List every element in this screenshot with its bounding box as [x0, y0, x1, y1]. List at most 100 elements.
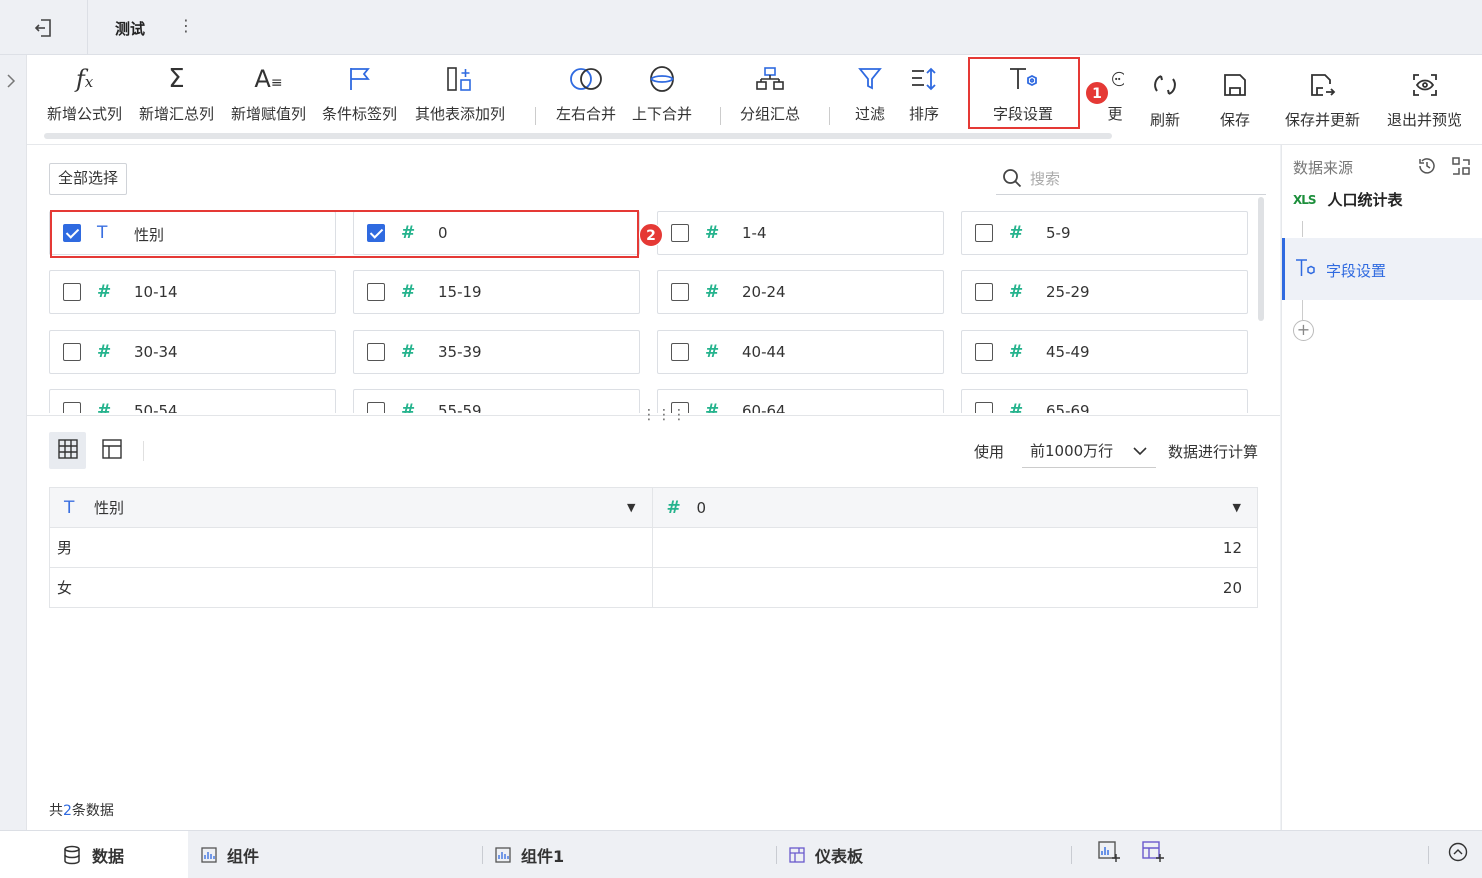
- header-divider: [87, 0, 88, 55]
- step-connector: [1302, 300, 1303, 320]
- add-formula-column-button[interactable]: fx 新增公式列: [47, 63, 122, 124]
- flag-icon: [322, 63, 397, 95]
- add-summary-column-button[interactable]: Σ 新增汇总列: [139, 63, 214, 124]
- condition-tag-column-button[interactable]: 条件标签列: [322, 63, 397, 124]
- toolbar-label: 条件标签列: [322, 105, 398, 123]
- field-checkbox[interactable]: [63, 283, 81, 301]
- exit-icon[interactable]: [32, 16, 56, 40]
- field-checkbox[interactable]: [671, 283, 689, 301]
- field-name: 10-14: [134, 283, 178, 301]
- field-checkbox[interactable]: [671, 343, 689, 361]
- field-card[interactable]: # 45-49: [961, 330, 1248, 374]
- merge-left-right-button[interactable]: 左右合并: [556, 63, 616, 124]
- field-card[interactable]: # 30-34: [49, 330, 336, 374]
- number-type-icon: #: [705, 282, 720, 302]
- toolbar: fx 新增公式列 Σ 新增汇总列 A≡ 新增赋值列 条件标签列 其他表添加列 左…: [27, 55, 1482, 145]
- tab-component[interactable]: 组件: [201, 831, 259, 878]
- total-prefix: 共: [49, 803, 63, 819]
- field-panel: 全部选择 T 性别 # 0 # 1-4 # 5-9 #: [27, 145, 1280, 830]
- save-button[interactable]: 保存: [1220, 69, 1250, 130]
- refresh-button[interactable]: 刷新: [1150, 69, 1180, 130]
- tab-component-1[interactable]: 组件1: [495, 831, 564, 878]
- field-card[interactable]: # 60-64: [657, 389, 944, 413]
- sort-button[interactable]: 排序: [909, 63, 939, 124]
- add-component-icon[interactable]: [1098, 841, 1120, 867]
- field-checkbox[interactable]: [671, 224, 689, 242]
- add-dashboard-icon[interactable]: [1142, 841, 1164, 867]
- field-card[interactable]: # 15-19: [353, 270, 640, 314]
- highlight-box-selected-fields: [50, 210, 639, 258]
- field-checkbox[interactable]: [975, 343, 993, 361]
- toolbar-scrollbar[interactable]: [44, 133, 1112, 139]
- more-vertical-icon[interactable]: ⋮: [178, 16, 194, 36]
- tab-separator: [776, 846, 777, 864]
- field-card[interactable]: # 1-4: [657, 211, 944, 255]
- add-step-button[interactable]: +: [1293, 320, 1314, 341]
- data-source-item[interactable]: XLS 人口统计表: [1293, 189, 1403, 210]
- layout-view-button[interactable]: [93, 432, 130, 469]
- caret-down-icon[interactable]: ▼: [627, 501, 635, 514]
- number-type-icon: #: [401, 282, 416, 302]
- toolbar-label: 新增汇总列: [139, 105, 215, 123]
- filter-button[interactable]: 过滤: [855, 63, 885, 124]
- filter-icon: [855, 63, 885, 95]
- add-column-from-table-button[interactable]: 其他表添加列: [415, 63, 505, 124]
- toolbar-label: 新增公式列: [47, 105, 123, 123]
- field-card[interactable]: # 20-24: [657, 270, 944, 314]
- column-header-gender[interactable]: T 性别 ▼: [49, 487, 653, 528]
- save-update-icon: [1285, 69, 1360, 101]
- field-checkbox[interactable]: [975, 224, 993, 242]
- step-field-settings[interactable]: 字段设置: [1282, 238, 1482, 300]
- tab-dashboard[interactable]: 仪表板: [789, 831, 863, 878]
- field-checkbox[interactable]: [63, 343, 81, 361]
- search-box: [996, 163, 1266, 195]
- field-card[interactable]: # 55-59: [353, 389, 640, 413]
- tab-data[interactable]: 数据: [0, 831, 188, 878]
- chevron-right-icon[interactable]: [6, 73, 16, 93]
- field-checkbox[interactable]: [63, 402, 81, 413]
- toolbar-label: 分组汇总: [740, 105, 801, 123]
- field-grid-scrollbar[interactable]: [1258, 197, 1264, 321]
- exit-and-preview-button[interactable]: 退出并预览: [1387, 69, 1462, 130]
- field-card[interactable]: # 50-54: [49, 389, 336, 413]
- field-checkbox[interactable]: [367, 402, 385, 413]
- caret-down-icon[interactable]: ▼: [1233, 501, 1241, 514]
- total-count: 2: [63, 803, 72, 819]
- field-checkbox[interactable]: [975, 402, 993, 413]
- history-icon[interactable]: [1417, 156, 1437, 180]
- row-limit-select[interactable]: 前1000万行: [1021, 434, 1156, 468]
- row-count-summary: 共2条数据: [49, 800, 114, 820]
- save-and-update-button[interactable]: 保存并更新: [1285, 69, 1360, 130]
- toolbar-label: 保存: [1220, 111, 1251, 129]
- number-type-icon: #: [97, 401, 112, 413]
- field-card[interactable]: # 25-29: [961, 270, 1248, 314]
- field-card[interactable]: # 10-14: [49, 270, 336, 314]
- number-type-icon: #: [1009, 282, 1024, 302]
- select-all-button[interactable]: 全部选择: [49, 163, 128, 195]
- field-name: 50-54: [134, 402, 178, 413]
- drag-handle-icon[interactable]: ⋮⋮⋮: [642, 407, 687, 423]
- field-card[interactable]: # 5-9: [961, 211, 1248, 255]
- step-badge-1: 1: [1085, 81, 1109, 105]
- merge-top-bottom-button[interactable]: 上下合并: [632, 63, 692, 124]
- number-type-icon: #: [705, 401, 720, 413]
- field-checkbox[interactable]: [367, 283, 385, 301]
- search-input[interactable]: [1030, 167, 1250, 191]
- add-assign-column-button[interactable]: A≡ 新增赋值列: [231, 63, 306, 124]
- number-type-icon: #: [1009, 401, 1024, 413]
- row-limit-control: 使用 前1000万行 数据进行计算: [974, 433, 1258, 469]
- switch-layout-icon[interactable]: [1451, 156, 1471, 180]
- field-checkbox[interactable]: [367, 343, 385, 361]
- layout-icon: [101, 438, 122, 463]
- field-checkbox[interactable]: [975, 283, 993, 301]
- field-card[interactable]: # 35-39: [353, 330, 640, 374]
- grid-view-button[interactable]: [49, 432, 86, 469]
- chevron-up-circle-icon[interactable]: [1448, 842, 1468, 866]
- number-type-icon: #: [705, 342, 720, 362]
- field-card[interactable]: # 40-44: [657, 330, 944, 374]
- field-card[interactable]: # 65-69: [961, 389, 1248, 413]
- text-type-icon: T: [64, 498, 75, 518]
- column-header[interactable]: #0 ▼: [651, 487, 1258, 528]
- group-summary-button[interactable]: 分组汇总: [740, 63, 800, 124]
- chevron-down-icon: [1132, 434, 1148, 480]
